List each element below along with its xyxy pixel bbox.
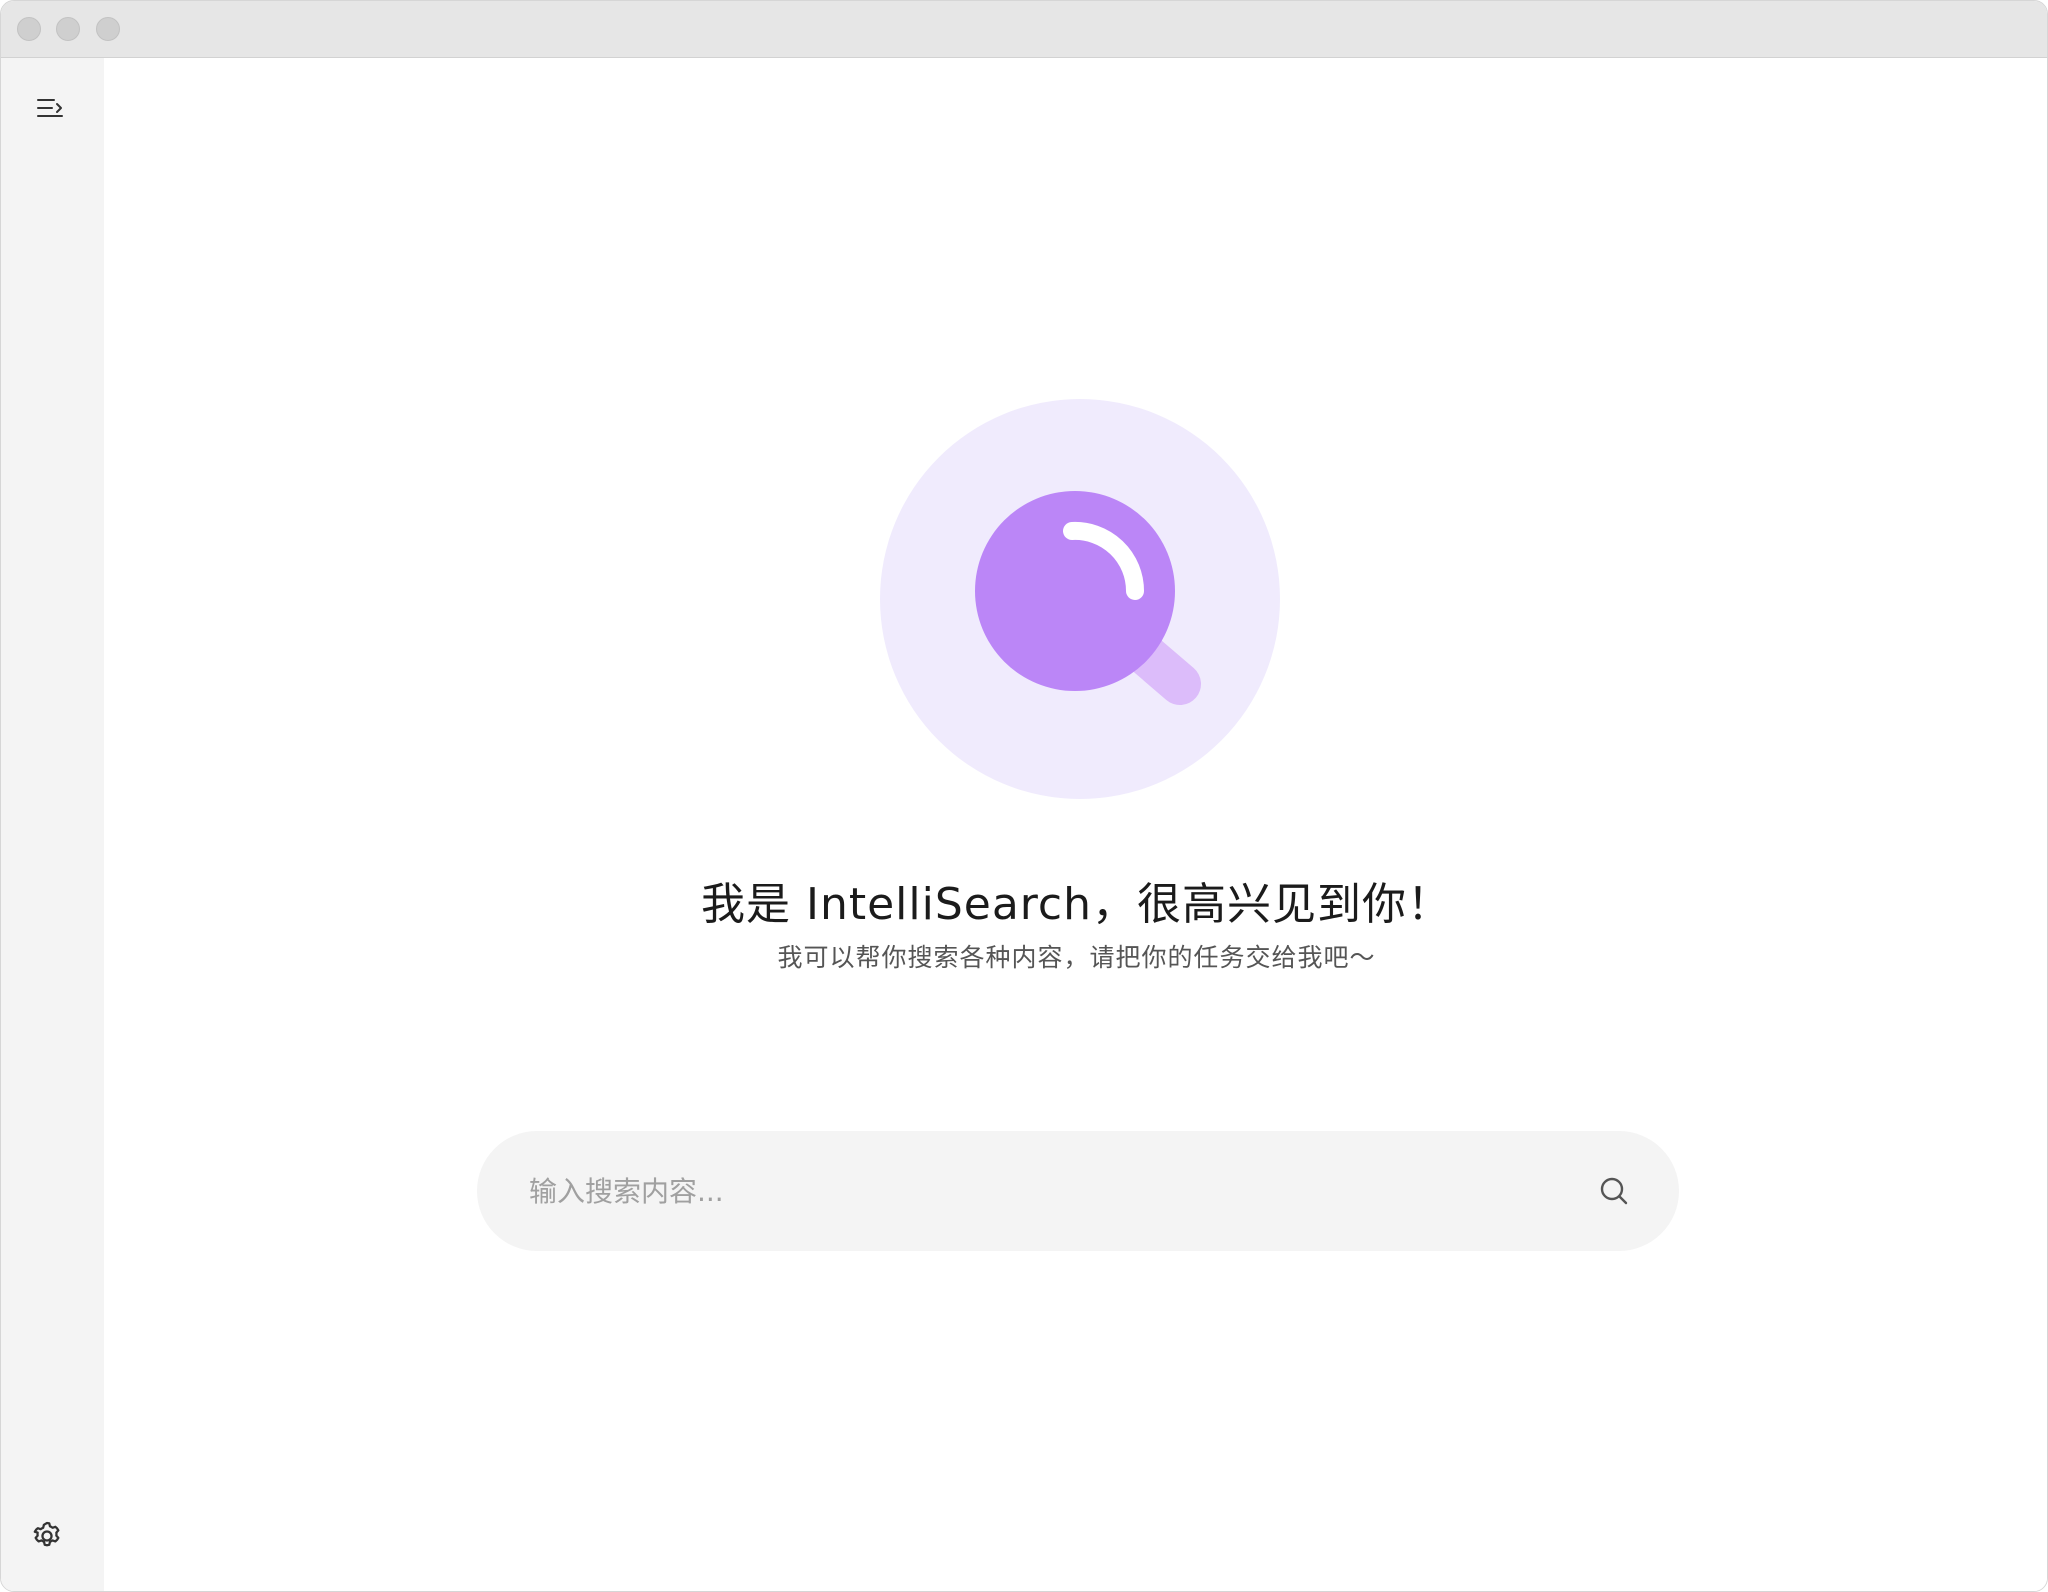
- settings-button[interactable]: [29, 1518, 65, 1554]
- search-bar: [477, 1131, 1679, 1251]
- sidebar-toggle-icon: [37, 99, 63, 117]
- sidebar: [1, 58, 104, 1591]
- search-button[interactable]: [1596, 1173, 1632, 1209]
- minimize-window-button[interactable]: [56, 17, 80, 41]
- search-icon: [1600, 1177, 1628, 1205]
- title-bar: [1, 1, 2047, 58]
- sidebar-toggle-button[interactable]: [33, 92, 67, 126]
- gear-icon: [33, 1521, 60, 1547]
- search-input[interactable]: [529, 1131, 1549, 1251]
- maximize-window-button[interactable]: [96, 17, 120, 41]
- welcome-title: 我是 IntelliSearch，很高兴见到你！: [700, 879, 1452, 930]
- main-content: 我是 IntelliSearch，很高兴见到你！ 我可以帮你搜索各种内容，请把你…: [104, 58, 2047, 1591]
- close-window-button[interactable]: [17, 17, 41, 41]
- app-window: 我是 IntelliSearch，很高兴见到你！ 我可以帮你搜索各种内容，请把你…: [0, 0, 2048, 1592]
- magnifier-icon: [880, 399, 1280, 799]
- welcome-subtitle: 我可以帮你搜索各种内容，请把你的任务交给我吧～: [777, 943, 1376, 972]
